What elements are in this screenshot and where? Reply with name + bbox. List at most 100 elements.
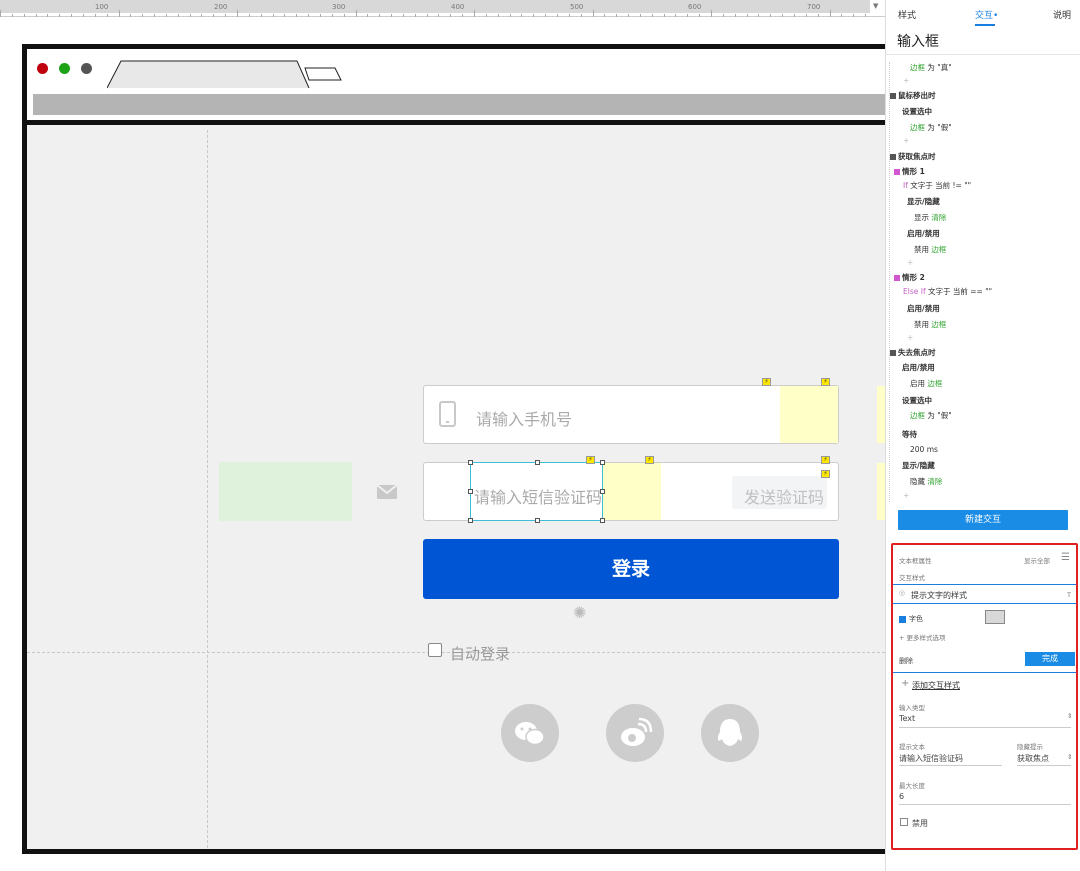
resize-handle[interactable]: [600, 518, 605, 523]
chevron-updown-icon[interactable]: ⇕: [1067, 712, 1072, 720]
tree-guide: [889, 62, 890, 502]
qq-icon[interactable]: [701, 704, 759, 762]
phone-placeholder: 请输入手机号: [476, 410, 573, 429]
hide-hint-select[interactable]: 获取焦点: [1017, 753, 1049, 764]
interaction-style-label: 交互样式: [899, 574, 925, 582]
resize-handle[interactable]: [468, 518, 473, 523]
action-set-selected[interactable]: 设置选中: [902, 395, 932, 406]
weibo-icon[interactable]: [606, 704, 664, 762]
resize-handle[interactable]: [600, 489, 605, 494]
more-style-options-link[interactable]: + 更多样式选项: [899, 632, 946, 642]
disabled-checkbox[interactable]: [900, 818, 908, 826]
auto-login-checkbox[interactable]: [428, 643, 442, 657]
action-line[interactable]: 禁用 边框: [914, 244, 946, 255]
action-show-hide[interactable]: 显示/隐藏: [902, 460, 935, 471]
done-button[interactable]: 完成: [1025, 652, 1075, 666]
input-type-label: 输入类型: [899, 704, 925, 712]
case-icon: [894, 169, 900, 175]
action-line[interactable]: 禁用 边框: [914, 319, 946, 330]
hotspot-area: [877, 463, 885, 520]
ruler-tick: [711, 10, 712, 17]
condition-line[interactable]: If 文字于 当前 != "": [903, 180, 971, 191]
new-interaction-button[interactable]: 新建交互: [898, 510, 1068, 530]
add-action-icon[interactable]: +: [907, 333, 913, 342]
ruler-tick: [592, 10, 594, 17]
max-length-input[interactable]: 6: [899, 792, 904, 801]
event-mouse-out[interactable]: 鼠标移出时: [890, 90, 936, 101]
action-line[interactable]: 边框 为 "真": [910, 62, 952, 73]
action-line[interactable]: 显示 清除: [914, 212, 946, 223]
sms-placeholder: 请输入短信验证码: [474, 488, 603, 507]
ruler-tick: [118, 10, 120, 17]
lightning-icon: ⚡: [821, 456, 830, 464]
inspector-panel: 样式 交互• 说明 输入框 边框 为 "真" + 鼠标移出时 设置选中 边框 为…: [885, 0, 1080, 871]
add-action-icon[interactable]: +: [903, 76, 909, 85]
wechat-icon[interactable]: [501, 704, 559, 762]
action-line[interactable]: 启用 边框: [910, 378, 942, 389]
hint-text-input[interactable]: 请输入短信验证码: [899, 753, 963, 764]
action-enable-disable[interactable]: 启用/禁用: [907, 303, 940, 314]
add-action-icon[interactable]: +: [903, 136, 909, 145]
condition-line[interactable]: Else If 文字于 当前 == "": [903, 286, 992, 297]
show-all-link[interactable]: 显示全部: [1024, 555, 1050, 565]
ruler-mark: 100: [95, 3, 109, 11]
add-action-icon[interactable]: +: [907, 258, 913, 267]
action-enable-disable[interactable]: 启用/禁用: [902, 362, 935, 373]
browser-toolbar: [27, 49, 902, 125]
phone-icon: [439, 401, 456, 427]
tab-style[interactable]: 样式: [898, 8, 916, 21]
lightning-icon: ⚡: [586, 456, 595, 464]
lightning-icon: ⚡: [645, 456, 654, 464]
wait-value[interactable]: 200 ms: [910, 445, 938, 454]
event-focus[interactable]: 获取焦点时: [890, 151, 936, 162]
active-tab-indicator: [975, 24, 995, 26]
font-color-checkbox[interactable]: 字色: [899, 614, 923, 624]
resize-handle[interactable]: [468, 489, 473, 494]
ruler: ▼ 100 200 300 400 500 600 700: [0, 0, 885, 17]
hotspot-area: [780, 386, 838, 443]
action-line[interactable]: 边框 为 "假": [910, 122, 952, 133]
add-action-icon[interactable]: +: [903, 491, 909, 500]
close-dot-icon: [37, 63, 48, 74]
login-button[interactable]: 登录: [423, 539, 839, 599]
action-enable-disable[interactable]: 启用/禁用: [907, 228, 940, 239]
field-underline: [899, 727, 1071, 728]
case-1[interactable]: 情形 1: [894, 166, 925, 177]
menu-icon[interactable]: ☰: [1061, 552, 1070, 563]
horizontal-scrollbar[interactable]: [0, 0, 870, 13]
auto-login-label: 自动登录: [450, 645, 511, 663]
minimize-dot-icon: [59, 63, 70, 74]
input-type-select[interactable]: Text: [899, 714, 915, 723]
ruler-tick: [237, 10, 238, 17]
case-2[interactable]: 情形 2: [894, 272, 925, 283]
delete-link[interactable]: 删除: [899, 656, 913, 666]
hotspot-area: [603, 463, 661, 520]
ruler-tick: [474, 10, 475, 17]
action-line[interactable]: 隐藏 清除: [910, 476, 942, 487]
color-swatch[interactable]: [985, 610, 1005, 624]
resize-handle[interactable]: [600, 460, 605, 465]
ruler-mark: 200: [214, 3, 228, 11]
guide-line-vertical: [207, 130, 208, 848]
scroll-down-arrow-icon[interactable]: ▼: [873, 2, 878, 10]
tab-notes[interactable]: 说明: [1053, 8, 1071, 21]
tab-interaction[interactable]: 交互•: [975, 8, 998, 21]
add-interaction-style-link[interactable]: 添加交互样式: [912, 680, 960, 691]
resize-handle[interactable]: [535, 518, 540, 523]
event-blur[interactable]: 失去焦点时: [890, 347, 936, 358]
action-show-hide[interactable]: 显示/隐藏: [907, 196, 940, 207]
ruler-mark: 400: [451, 3, 465, 11]
resize-handle[interactable]: [468, 460, 473, 465]
action-set-selected[interactable]: 设置选中: [902, 106, 932, 117]
browser-tab: [107, 60, 342, 89]
action-line[interactable]: 边框 为 "假": [910, 410, 952, 421]
resize-handle[interactable]: [535, 460, 540, 465]
action-wait[interactable]: 等待: [902, 429, 917, 440]
add-icon[interactable]: +: [901, 678, 909, 689]
hint-style-option[interactable]: 提示文字的样式: [911, 590, 967, 601]
lightning-icon: ⚡: [821, 470, 830, 478]
ruler-mark: 500: [570, 3, 584, 11]
send-code-label: 发送验证码: [744, 488, 825, 507]
chevron-updown-icon[interactable]: ⇕: [1067, 753, 1072, 761]
hint-text-label: 提示文本: [899, 743, 925, 751]
